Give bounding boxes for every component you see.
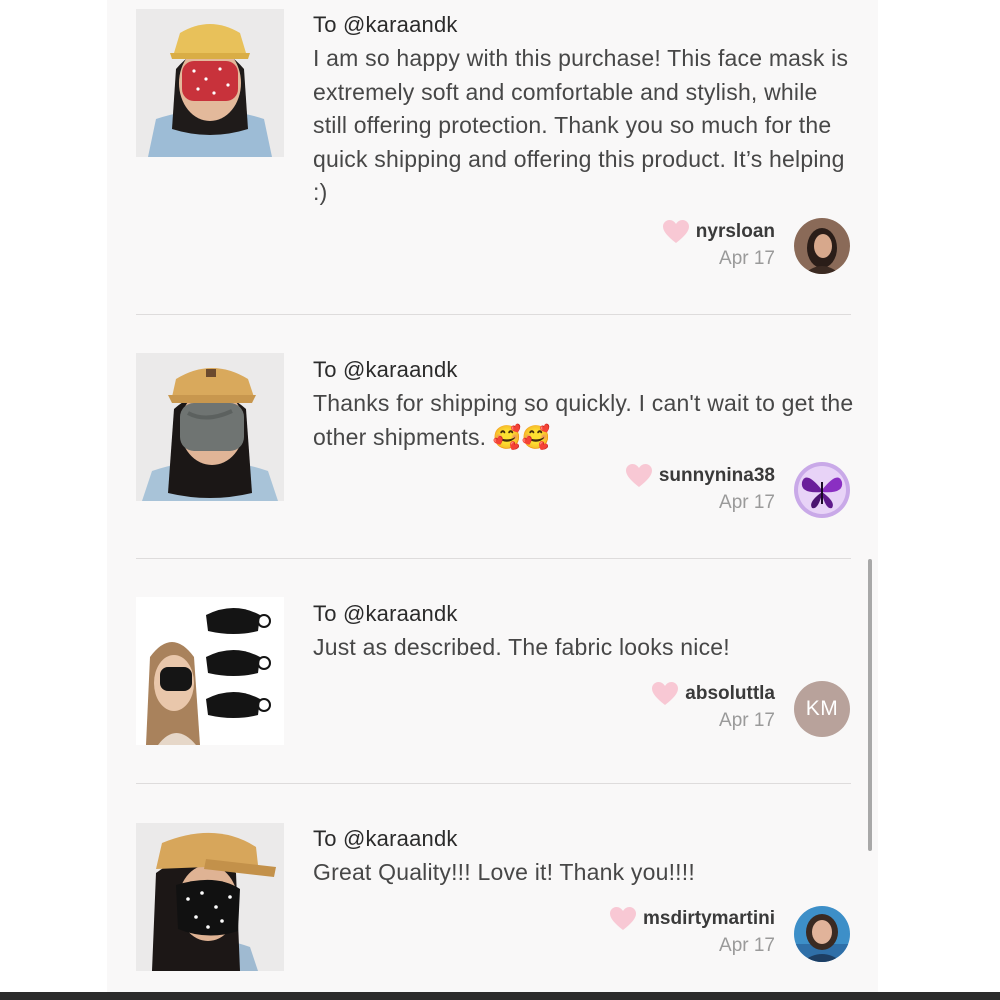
review-date: Apr 17: [719, 710, 775, 731]
avatar-initials: KM: [794, 681, 850, 737]
review-divider: [136, 783, 851, 784]
review-recipient: To @karaandk: [313, 826, 458, 851]
review-date: Apr 17: [719, 935, 775, 956]
reviewer-avatar[interactable]: [794, 906, 850, 962]
review-meta: nyrsloan Apr 17: [662, 218, 775, 270]
reviewer-avatar[interactable]: [794, 218, 850, 274]
review-recipient: To @karaandk: [313, 12, 458, 37]
heart-icon[interactable]: [662, 219, 690, 245]
review-meta: absoluttla Apr 17: [651, 680, 775, 732]
review-date: Apr 17: [719, 248, 775, 269]
review-text: Thanks for shipping so quickly. I can't …: [313, 390, 854, 450]
black-masks-photo-icon: [136, 597, 284, 745]
scrollbar[interactable]: [868, 559, 872, 851]
reviewer-username[interactable]: nyrsloan: [696, 221, 775, 243]
review-photo[interactable]: [136, 9, 284, 157]
butterfly-photo-icon: [794, 462, 850, 518]
review-meta: msdirtymartini Apr 17: [609, 905, 775, 957]
bottom-bar: [0, 992, 1000, 1000]
review-divider: [136, 558, 851, 559]
review-photo[interactable]: [136, 353, 284, 501]
review-text: Great Quality!!! Love it! Thank you!!!!: [313, 859, 695, 885]
user-photo-icon: [794, 906, 850, 962]
reviewer-avatar[interactable]: [794, 462, 850, 518]
review-date: Apr 17: [719, 492, 775, 513]
reviewer-avatar[interactable]: KM: [794, 681, 850, 737]
review-photo[interactable]: [136, 597, 284, 745]
review-photo[interactable]: [136, 823, 284, 971]
heart-icon[interactable]: [651, 681, 679, 707]
review-recipient: To @karaandk: [313, 357, 458, 382]
review-text: I am so happy with this purchase! This f…: [313, 45, 849, 205]
user-photo-icon: [794, 218, 850, 274]
reviews-panel: To @karaandk I am so happy with this pur…: [107, 0, 878, 992]
gray-mask-photo-icon: [136, 353, 284, 501]
review-recipient: To @karaandk: [313, 601, 458, 626]
star-mask-photo-icon: [136, 823, 284, 971]
reviewer-username[interactable]: absoluttla: [685, 683, 775, 705]
reviewer-username[interactable]: msdirtymartini: [643, 908, 775, 930]
heart-icon[interactable]: [625, 463, 653, 489]
red-mask-photo-icon: [136, 9, 284, 157]
review-text: Just as described. The fabric looks nice…: [313, 634, 730, 660]
review-divider: [136, 314, 851, 315]
heart-icon[interactable]: [609, 906, 637, 932]
review-meta: sunnynina38 Apr 17: [625, 462, 775, 514]
reviewer-username[interactable]: sunnynina38: [659, 465, 775, 487]
